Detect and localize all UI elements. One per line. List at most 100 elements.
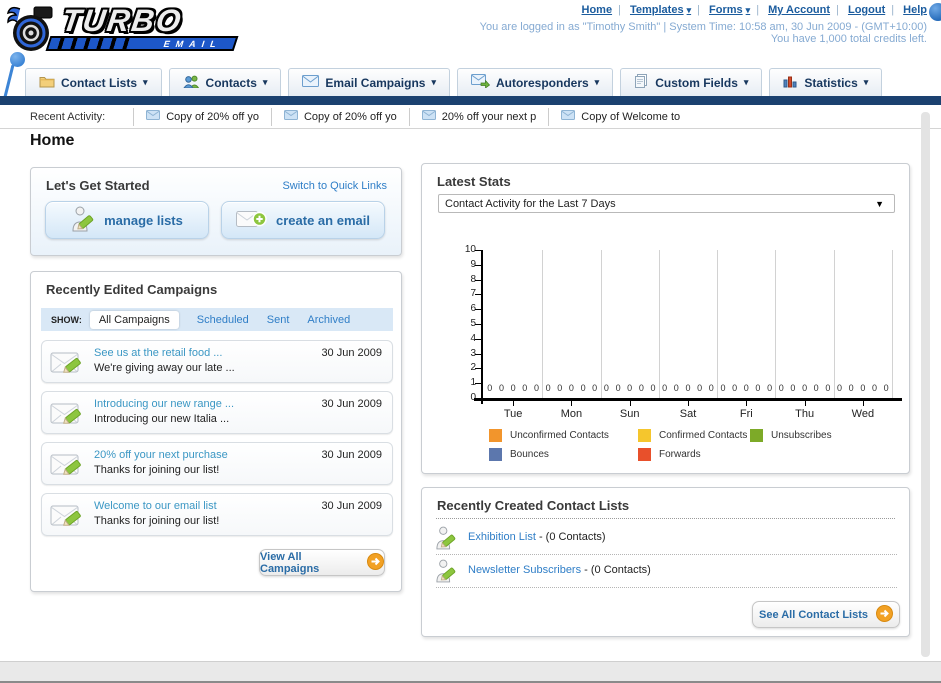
- stats-period-select[interactable]: Contact Activity for the Last 7 Days ▼: [438, 194, 895, 213]
- y-axis-label: 4: [470, 332, 476, 344]
- contact-list-count: - (0 Contacts): [584, 564, 651, 576]
- see-all-contact-lists-button[interactable]: See All Contact Lists: [752, 601, 900, 628]
- bar-chart-icon: [783, 75, 798, 91]
- turbo-email-dashboard: TURBO EMAIL Home | Templates ▾ | Forms ▾ | My…: [0, 0, 941, 683]
- campaign-title-link[interactable]: 20% off your next purchase: [94, 449, 228, 461]
- recent-campaigns-title: Recently Edited Campaigns: [46, 282, 218, 297]
- chevron-down-icon: ▾: [745, 5, 751, 15]
- campaign-card[interactable]: Introducing our new range ... Introducin…: [41, 391, 393, 434]
- campaign-title-link[interactable]: Introducing our new range ...: [94, 398, 234, 410]
- tab-autoresponders[interactable]: Autoresponders ▾: [456, 68, 614, 96]
- legend-item: Forwards: [638, 448, 750, 461]
- recent-activity-item[interactable]: Copy of 20% off yo: [133, 107, 271, 126]
- chart-gridline: [717, 250, 719, 398]
- tab-label: Email Campaigns: [325, 75, 426, 90]
- login-status-text: You are logged in as "Timothy Smith" | S…: [479, 21, 927, 33]
- legend-swatch: [638, 429, 651, 442]
- x-axis-label: Tue: [503, 408, 523, 420]
- chart-gridline: [833, 250, 835, 398]
- contact-list-link[interactable]: Newsletter Subscribers: [468, 564, 581, 576]
- x-axis-label: Sat: [679, 408, 697, 420]
- filter-sent[interactable]: Sent: [267, 314, 290, 326]
- switch-quick-links[interactable]: Switch to Quick Links: [282, 180, 387, 192]
- data-value-label: 0: [510, 383, 516, 393]
- x-axis-tick: [804, 401, 806, 406]
- chevron-down-icon: ▾: [143, 77, 148, 87]
- tab-contacts[interactable]: Contacts ▾: [168, 68, 282, 96]
- y-axis-label: 3: [470, 347, 476, 359]
- page-title: Home: [30, 132, 75, 149]
- contact-list-link[interactable]: Exhibition List: [468, 531, 536, 543]
- legend-item: Unsubscribes: [750, 429, 832, 442]
- top-link-logout[interactable]: Logout: [848, 4, 885, 16]
- contact-lists-title: Recently Created Contact Lists: [437, 498, 630, 513]
- chart-gridline: [600, 250, 602, 398]
- x-axis-label: Fri: [739, 408, 753, 420]
- envelope-pencil-icon: [50, 349, 86, 381]
- campaign-title-link[interactable]: See us at the retail food ...: [94, 347, 222, 359]
- top-link-help[interactable]: Help: [903, 4, 927, 16]
- filter-scheduled[interactable]: Scheduled: [197, 314, 249, 326]
- stats-chart: 01234567891000000Tue00000Mon00000Sun0000…: [422, 238, 911, 430]
- recent-activity-item[interactable]: Copy of Welcome to: [548, 107, 692, 126]
- create-email-button[interactable]: create an email: [221, 201, 385, 239]
- campaign-subtitle: Thanks for joining our list!: [94, 515, 220, 527]
- tab-email-campaigns[interactable]: Email Campaigns ▾: [288, 68, 450, 96]
- credits-status-text: You have 1,000 total credits left.: [770, 33, 927, 45]
- logo-subtitle: EMAIL: [162, 38, 224, 49]
- get-started-buttons: manage lists create an email: [45, 201, 385, 239]
- legend-label: Bounces: [510, 449, 549, 460]
- top-link-templates[interactable]: Templates ▾: [630, 4, 691, 16]
- campaign-card[interactable]: Welcome to our email list Thanks for joi…: [41, 493, 393, 536]
- filter-archived[interactable]: Archived: [307, 314, 350, 326]
- data-value-label: 0: [638, 383, 644, 393]
- stats-period-value: Contact Activity for the Last 7 Days: [445, 197, 616, 210]
- scrollbar[interactable]: [921, 112, 930, 657]
- campaign-card[interactable]: 20% off your next purchase Thanks for jo…: [41, 442, 393, 485]
- x-axis-tick: [862, 401, 864, 406]
- campaign-card[interactable]: See us at the retail food ... We're givi…: [41, 340, 393, 383]
- tab-label: Contacts: [205, 75, 257, 90]
- x-axis-tick: [571, 401, 573, 406]
- manage-lists-button[interactable]: manage lists: [45, 201, 209, 239]
- x-axis-label: Mon: [560, 408, 583, 420]
- campaign-title-link[interactable]: Welcome to our email list: [94, 500, 217, 512]
- legend-label: Confirmed Contacts: [659, 430, 748, 441]
- legend-label: Unsubscribes: [771, 430, 832, 441]
- legend-swatch: [489, 429, 502, 442]
- logo-text: TURBO EMAIL: [45, 3, 239, 51]
- turbo-email-logo[interactable]: TURBO EMAIL: [6, 3, 256, 59]
- legend-item: Unconfirmed Contacts: [489, 429, 638, 442]
- tab-contact-lists[interactable]: Contact Lists ▾: [25, 68, 162, 96]
- recent-activity-item[interactable]: Copy of 20% off yo: [270, 107, 409, 126]
- data-value-label: 0: [883, 383, 889, 393]
- data-value-label: 0: [522, 383, 528, 393]
- view-all-campaigns-button[interactable]: View All Campaigns: [259, 549, 385, 576]
- recent-activity-label: Recent Activity:: [30, 110, 106, 123]
- y-axis-label: 1: [470, 377, 476, 389]
- data-value-label: 0: [662, 383, 668, 393]
- y-axis-label: 6: [470, 303, 476, 315]
- recent-activity-item[interactable]: 20% off your next p: [408, 107, 549, 126]
- chart-gridline: [775, 250, 777, 398]
- contact-list-count: - (0 Contacts): [538, 531, 606, 543]
- data-value-label: 0: [568, 383, 574, 393]
- person-pencil-icon: [436, 526, 456, 555]
- legend-item: Bounces: [489, 448, 638, 461]
- help-bubble-icon[interactable]: [929, 3, 941, 21]
- tab-statistics[interactable]: Statistics ▾: [769, 68, 883, 96]
- link-separator: |: [756, 4, 760, 16]
- top-link-home[interactable]: Home: [582, 4, 613, 16]
- top-link-forms[interactable]: Forms ▾: [709, 4, 750, 16]
- filter-all-campaigns[interactable]: All Campaigns: [89, 310, 179, 329]
- get-started-panel: Let's Get Started Switch to Quick Links …: [30, 167, 402, 256]
- envelope-plus-icon: [236, 209, 267, 232]
- top-link-my-account[interactable]: My Account: [768, 4, 830, 16]
- show-label: SHOW:: [51, 314, 82, 325]
- data-value-label: 0: [813, 383, 819, 393]
- data-value-label: 0: [825, 383, 831, 393]
- y-axis-line: [481, 250, 483, 404]
- tab-custom-fields[interactable]: Custom Fields ▾: [620, 68, 763, 96]
- data-value-label: 0: [498, 383, 504, 393]
- chevron-down-icon: ▾: [594, 77, 600, 87]
